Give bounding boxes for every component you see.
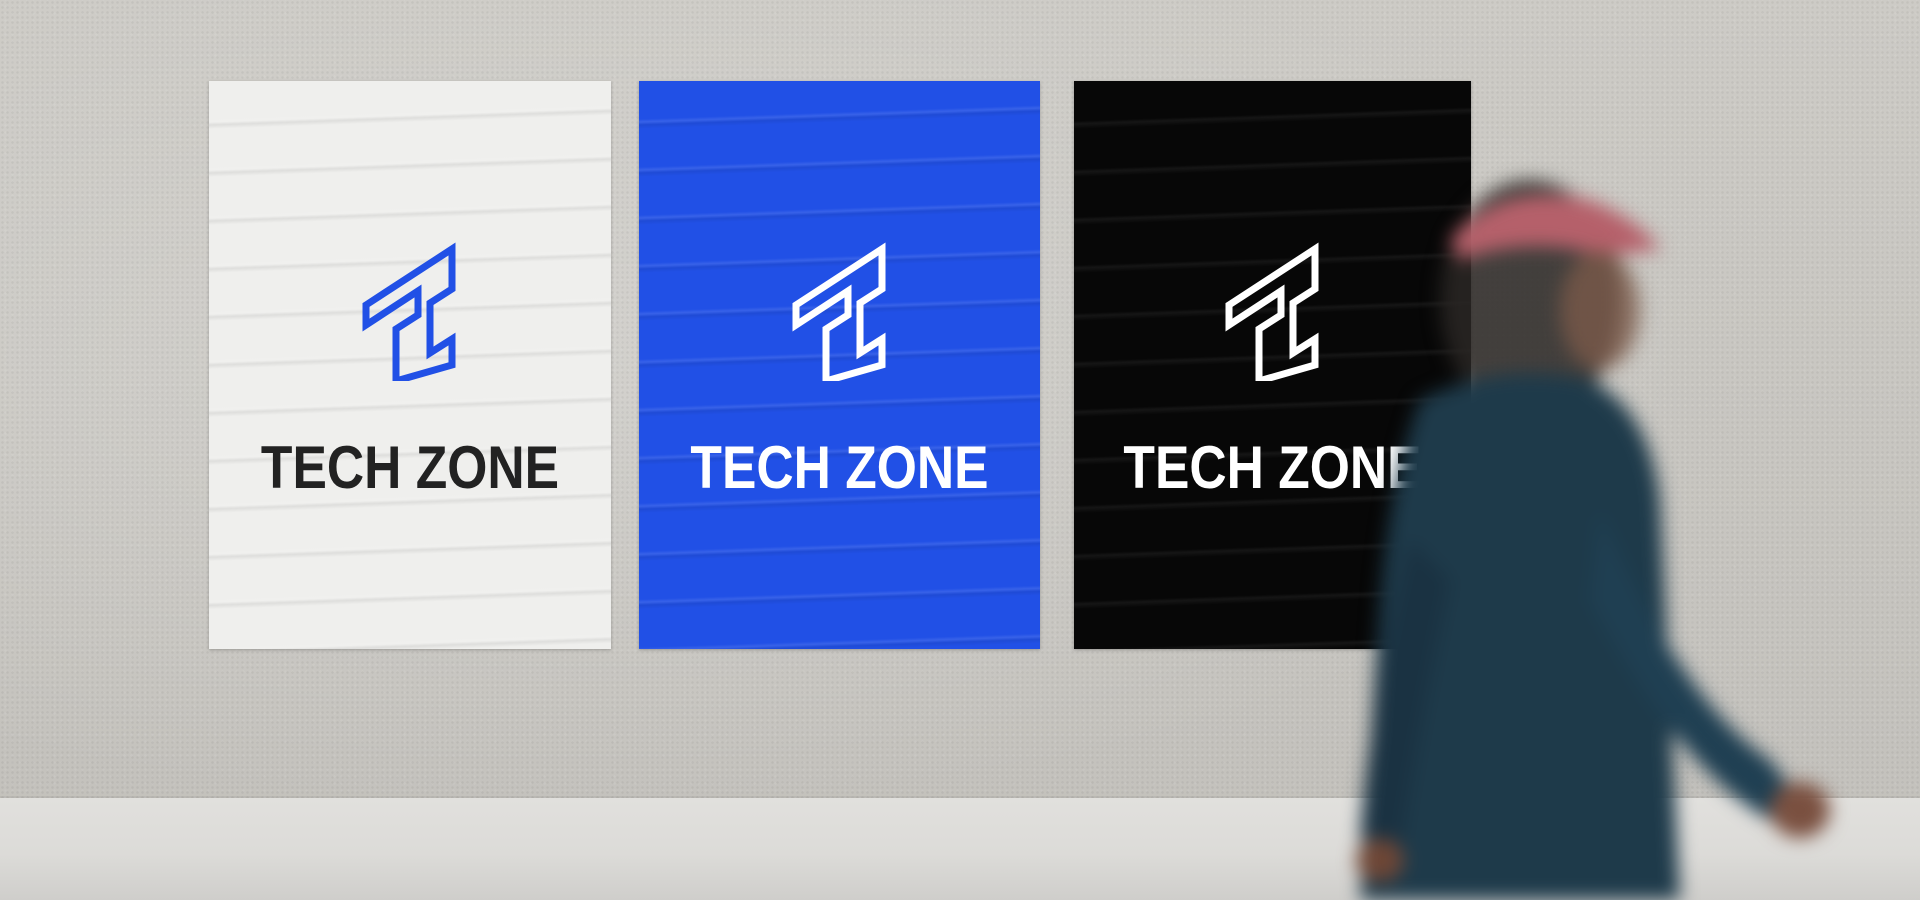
- poster-white: TECH ZONE: [209, 81, 611, 649]
- wordmark-text: TECH ZONE: [260, 434, 560, 501]
- photo-scene: TECH ZONE TECH ZONE TECH ZONE: [0, 0, 1920, 900]
- wordmark-text: TECH ZONE: [690, 434, 989, 501]
- tz-logo-icon: [788, 231, 892, 381]
- tz-logo-icon: [358, 231, 462, 381]
- poster-blue: TECH ZONE: [639, 81, 1040, 649]
- blurred-pedestrian: [1300, 180, 1860, 900]
